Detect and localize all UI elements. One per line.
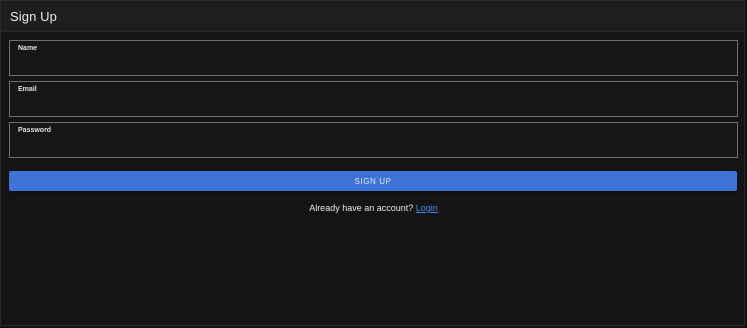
name-input[interactable]: [18, 55, 729, 72]
sign-up-button[interactable]: SIGN UP: [9, 171, 737, 191]
login-prompt-text: Already have an account?: [309, 203, 414, 213]
page-title: Sign Up: [10, 8, 57, 24]
name-field-label: Name: [18, 45, 38, 52]
password-field[interactable]: Password: [9, 122, 738, 158]
email-field[interactable]: Email: [9, 81, 738, 117]
password-input[interactable]: [18, 137, 729, 154]
password-field-label: Password: [18, 127, 52, 134]
signup-window: Sign Up Name Email Password SIGN UP Alre…: [0, 0, 745, 326]
login-prompt: Already have an account? Login: [1, 203, 746, 213]
signup-form: Name Email Password: [9, 40, 738, 163]
email-input[interactable]: [18, 96, 729, 113]
app-header: Sign Up: [1, 1, 744, 32]
email-field-label: Email: [18, 86, 37, 93]
login-link[interactable]: Login: [416, 203, 438, 213]
name-field[interactable]: Name: [9, 40, 738, 76]
